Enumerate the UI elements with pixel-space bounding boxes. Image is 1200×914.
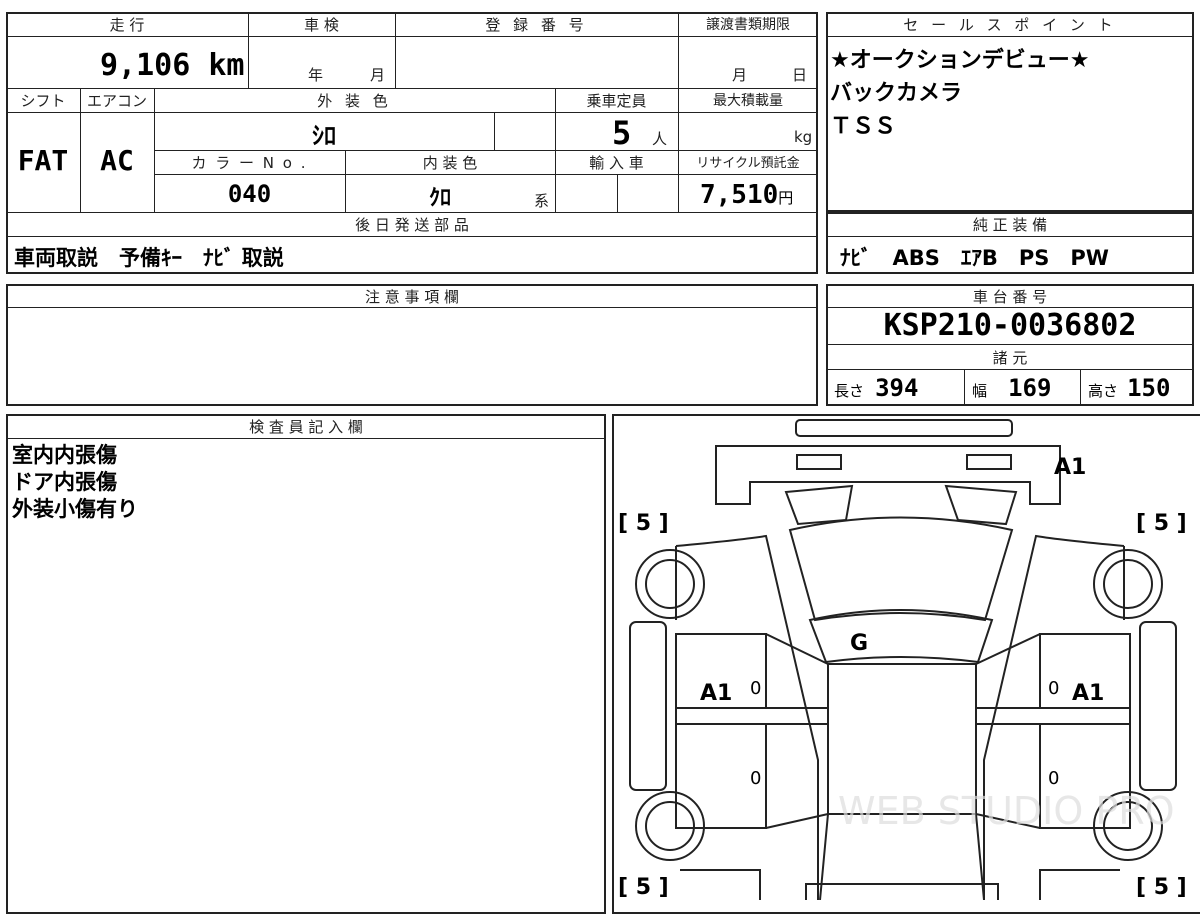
transfer-day: 日 bbox=[792, 66, 808, 84]
capacity-header: 乗車定員 bbox=[586, 92, 647, 110]
color-no-header: カ ラ ー N o . bbox=[191, 154, 308, 172]
ac-header: エアコン bbox=[86, 92, 147, 110]
car-diagram-box bbox=[612, 414, 1200, 914]
width-value: 169 bbox=[1008, 374, 1052, 402]
inspector-lines: 室内内張傷 ドア内張傷 外装小傷有り bbox=[12, 442, 138, 523]
registration-header: 登 録 番 号 bbox=[485, 16, 588, 34]
width-label: 幅 bbox=[972, 382, 988, 400]
mileage-number: 9,106 bbox=[100, 48, 191, 83]
interior-header: 内 装 色 bbox=[422, 154, 478, 172]
equipment-header: 純 正 装 備 bbox=[972, 216, 1048, 234]
height-value: 150 bbox=[1127, 374, 1171, 402]
mileage-unit: km bbox=[208, 48, 245, 83]
width-field: 幅 169 bbox=[972, 374, 1051, 402]
sales-points-header: セ ー ル ス ポ イ ン ト bbox=[903, 16, 1117, 34]
later-parts-value: 車両取説 予備ｷｰ ﾅﾋﾞ 取説 bbox=[14, 246, 284, 270]
color-no-value: 040 bbox=[227, 180, 272, 208]
inspector-header: 検 査 員 記 入 欄 bbox=[249, 418, 363, 436]
recycle-number: 7,510 bbox=[700, 180, 779, 210]
length-label: 長さ bbox=[834, 382, 865, 400]
height-label: 高さ bbox=[1088, 382, 1119, 400]
length-field: 長さ 394 bbox=[834, 374, 918, 402]
chassis-header: 車 台 番 号 bbox=[972, 288, 1048, 306]
capacity-value: 5 bbox=[612, 114, 632, 152]
import-header: 輸 入 車 bbox=[589, 154, 644, 172]
inspector-line: ドア内張傷 bbox=[12, 470, 117, 494]
inspection-month: 月 bbox=[370, 66, 386, 84]
notes-header: 注 意 事 項 欄 bbox=[364, 288, 460, 306]
recycle-unit: 円 bbox=[778, 189, 794, 207]
recycle-header: リサイクル預託金 bbox=[696, 156, 800, 171]
interior-suffix: 系 bbox=[534, 192, 550, 210]
equipment-value: ﾅﾋﾞ ABS ｴｱB PS PW bbox=[840, 246, 1109, 270]
sales-points-lines: ★オークションデビュー★ バックカメラ ＴＳＳ bbox=[830, 44, 1089, 143]
transfer-header: 譲渡書類期限 bbox=[706, 17, 790, 33]
inspector-line: 室内内張傷 bbox=[12, 443, 117, 467]
mileage-header: 走 行 bbox=[109, 16, 145, 34]
ac-value: AC bbox=[100, 144, 134, 177]
inspection-header: 車 検 bbox=[304, 16, 339, 34]
recycle-value: 7,510円 bbox=[700, 180, 793, 210]
later-parts-header: 後 日 発 送 部 品 bbox=[355, 216, 469, 234]
interior-value: ｸﾛ bbox=[428, 186, 451, 211]
shift-value: FAT bbox=[17, 144, 69, 177]
length-value: 394 bbox=[875, 374, 919, 402]
exterior-header: 外 装 色 bbox=[317, 92, 392, 110]
capacity-unit: 人 bbox=[652, 130, 668, 148]
chassis-number: KSP210-0036802 bbox=[883, 308, 1137, 343]
transfer-month: 月 bbox=[732, 66, 748, 84]
inspector-line: 外装小傷有り bbox=[12, 497, 138, 521]
sales-point-line: ＴＳＳ bbox=[830, 114, 897, 139]
height-field: 高さ 150 bbox=[1088, 374, 1170, 402]
inspection-year: 年 bbox=[308, 66, 324, 84]
maxload-unit: kg bbox=[794, 128, 813, 146]
sales-point-line: ★オークションデビュー★ bbox=[830, 48, 1090, 73]
exterior-value: ｼﾛ bbox=[312, 122, 336, 150]
shift-header: シフト bbox=[20, 92, 66, 110]
maxload-header: 最大積載量 bbox=[713, 93, 783, 109]
dims-header: 諸 元 bbox=[992, 349, 1028, 367]
sales-point-line: バックカメラ bbox=[830, 81, 963, 106]
mileage-value: 9,106 km bbox=[100, 48, 245, 83]
